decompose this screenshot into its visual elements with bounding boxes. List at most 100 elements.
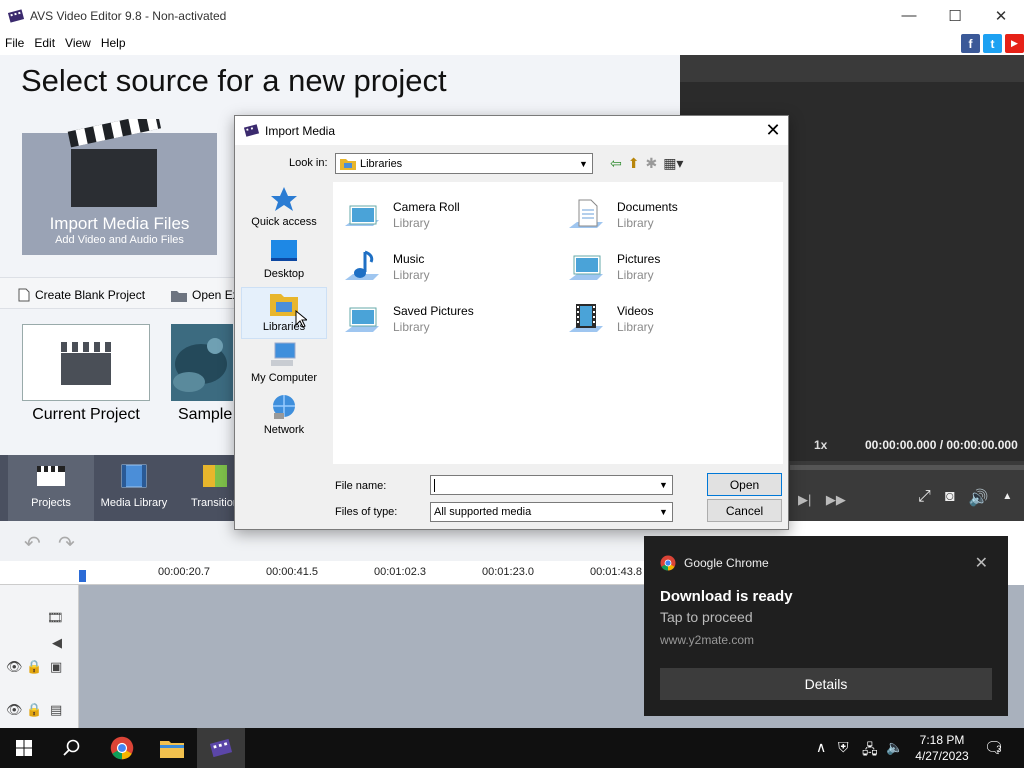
back-icon[interactable]: ⇦ (610, 155, 622, 172)
volume-icon[interactable]: 🔊 (968, 488, 988, 508)
preview-scrubber[interactable] (790, 465, 1024, 470)
library-item-documents[interactable]: Documents Library (557, 192, 757, 238)
taskbar-chrome[interactable] (98, 728, 146, 768)
menu-file[interactable]: File (0, 36, 29, 50)
libraries-folder-icon (340, 159, 356, 170)
ruler-tick: 00:01:02.3 (374, 566, 426, 578)
taskbar-clock[interactable]: 7:18 PM 4/27/2023 (906, 732, 978, 764)
library-item-camera-roll[interactable]: Camera Roll Library (333, 192, 533, 238)
files-of-type-dropdown[interactable]: All supported media ▼ (430, 502, 673, 522)
library-item-name: Pictures (617, 252, 661, 266)
close-button[interactable]: ✕ (978, 0, 1024, 31)
minimize-button[interactable]: — (886, 0, 932, 31)
playhead[interactable] (79, 570, 86, 582)
underwater-thumbnail-icon (171, 324, 233, 401)
volume-arrow-icon[interactable]: ▲ (1002, 488, 1012, 508)
next-frame-icon[interactable]: ▶| ▶▶ (798, 492, 846, 508)
taskbar-file-explorer[interactable] (148, 728, 196, 768)
action-center-icon[interactable]: 🗨3 (984, 738, 1009, 758)
search-button[interactable] (48, 728, 96, 768)
look-in-dropdown[interactable]: Libraries ▼ (335, 153, 593, 174)
place-my-computer[interactable]: My Computer (241, 339, 327, 391)
library-item-type: Library (617, 216, 654, 230)
redo-icon[interactable]: ↷ (58, 531, 75, 556)
menu-bar: File Edit View Help f t ▶ (0, 31, 1024, 55)
files-of-type-value: All supported media (434, 506, 532, 518)
dialog-close-icon[interactable]: ✕ (758, 116, 788, 145)
place-libraries[interactable]: Libraries (241, 287, 327, 339)
videos-icon (569, 304, 603, 332)
open-button[interactable]: Open (707, 473, 782, 496)
playback-speed[interactable]: 1x (814, 438, 827, 452)
open-existing-project-button[interactable]: Open Ex (171, 288, 239, 302)
import-media-files-button[interactable]: Import Media Files Add Video and Audio F… (22, 119, 217, 255)
toolbar-media-library[interactable]: Media Library (91, 455, 177, 521)
fullscreen-icon[interactable]: ⤢ (918, 488, 931, 508)
taskbar-avs-video-editor[interactable] (197, 728, 245, 768)
notification-details-button[interactable]: Details (660, 668, 992, 700)
projects-icon (37, 466, 65, 486)
tray-chevron-up-icon[interactable]: ∧ (816, 739, 826, 756)
file-explorer-icon (160, 741, 184, 758)
maximize-button[interactable]: ☐ (932, 0, 978, 31)
menu-edit[interactable]: Edit (29, 36, 60, 50)
transitions-icon (203, 465, 227, 487)
facebook-icon[interactable]: f (961, 34, 980, 53)
place-quick-access[interactable]: Quick access (241, 183, 327, 235)
youtube-icon[interactable]: ▶ (1005, 34, 1024, 53)
chrome-notification[interactable]: Google Chrome ✕ Download is ready Tap to… (644, 536, 1008, 716)
timeline-ruler[interactable]: 00:00:20.7 00:00:41.5 00:01:02.3 00:01:2… (0, 561, 660, 585)
library-item-type: Library (393, 268, 430, 282)
chevron-down-icon[interactable]: ▼ (575, 154, 592, 173)
chevron-down-icon[interactable]: ▼ (655, 476, 672, 494)
library-item-name: Saved Pictures (393, 304, 474, 318)
visibility-icon[interactable]: 👁 (6, 702, 23, 718)
current-project-label: Current Project (32, 406, 140, 423)
menu-view[interactable]: View (60, 36, 96, 50)
music-icon (345, 250, 379, 280)
library-item-videos[interactable]: Videos Library (557, 296, 757, 342)
new-folder-icon[interactable]: ✱ (645, 155, 657, 172)
avs-app-icon (8, 8, 24, 23)
notification-close-icon[interactable]: ✕ (975, 553, 988, 573)
start-button[interactable] (0, 728, 48, 768)
snapshot-icon[interactable]: ◙ (945, 488, 955, 508)
desktop-icon (271, 240, 297, 261)
mute-icon[interactable]: ◀ (52, 635, 62, 651)
file-name-input[interactable]: ▼ (430, 475, 673, 495)
up-folder-icon[interactable]: ⬆ (628, 155, 640, 172)
tray-security-icon[interactable]: ⛨ (838, 739, 849, 756)
twitter-icon[interactable]: t (983, 34, 1002, 53)
library-item-saved-pictures[interactable]: Saved Pictures Library (333, 296, 533, 342)
tray-volume-icon[interactable]: 🔈 (886, 739, 903, 756)
pictures-icon (569, 255, 603, 280)
lock-icon[interactable]: 🔒 (26, 659, 42, 675)
library-item-name: Documents (617, 200, 678, 214)
avs-app-icon (210, 738, 232, 758)
search-icon (63, 739, 80, 756)
current-project-card[interactable] (22, 324, 150, 401)
tray-network-icon[interactable]: 🖧 (862, 739, 878, 763)
star-icon (271, 187, 297, 211)
library-item-pictures[interactable]: Pictures Library (557, 244, 757, 290)
library-item-music[interactable]: Music Library (333, 244, 533, 290)
place-desktop[interactable]: Desktop (241, 235, 327, 287)
ruler-tick: 00:01:43.8 (590, 566, 642, 578)
visibility-icon[interactable]: 👁 (6, 659, 23, 675)
lock-icon[interactable]: 🔒 (26, 702, 42, 718)
create-blank-project-button[interactable]: Create Blank Project (18, 288, 145, 302)
open-existing-project-label: Open Ex (192, 288, 239, 302)
toolbar-projects[interactable]: Projects (8, 455, 94, 521)
place-network[interactable]: Network (241, 391, 327, 443)
cancel-button[interactable]: Cancel (707, 499, 782, 522)
library-item-type: Library (393, 216, 430, 230)
media-library-icon (121, 464, 147, 488)
menu-help[interactable]: Help (96, 36, 131, 50)
toolbar-media-library-label: Media Library (100, 497, 168, 509)
view-menu-icon[interactable]: ▦▾ (663, 155, 683, 172)
undo-icon[interactable]: ↶ (24, 531, 41, 556)
windows-taskbar: ∧ ⛨ 🖧 🔈 7:18 PM 4/27/2023 🗨3 (0, 728, 1024, 768)
sample-project-thumbnail[interactable] (171, 324, 233, 401)
chevron-down-icon[interactable]: ▼ (655, 503, 672, 521)
files-of-type-label: Files of type: (335, 506, 398, 518)
